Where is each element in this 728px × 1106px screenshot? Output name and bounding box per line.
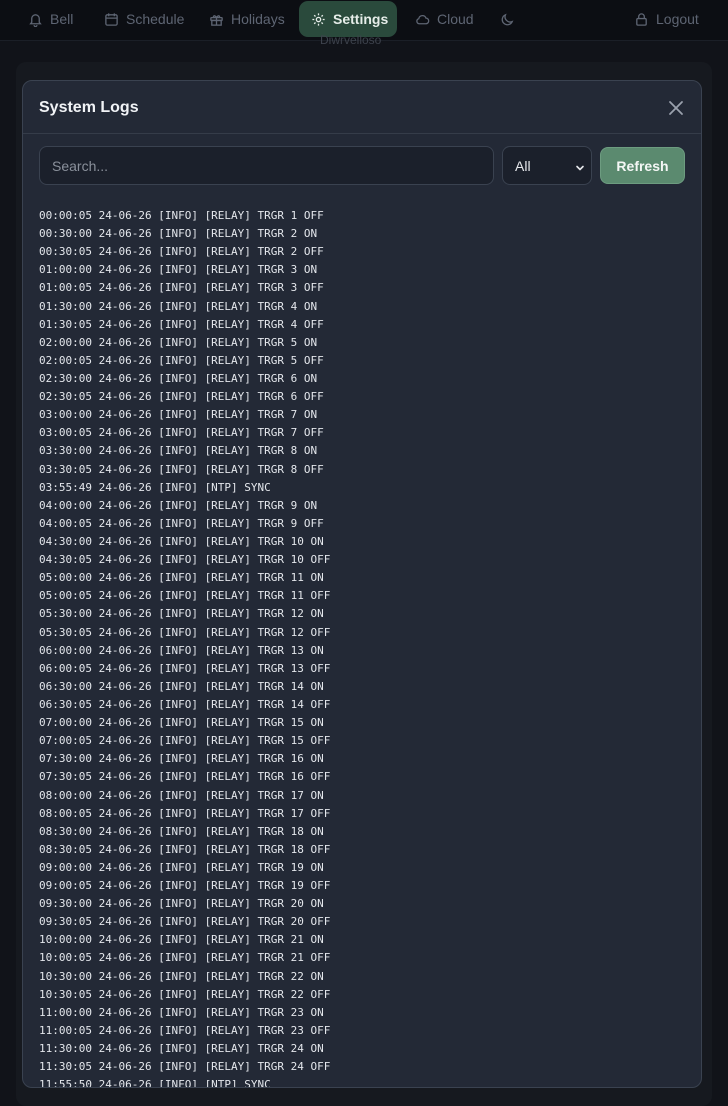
log-line: 09:00:05 24-06-26 [INFO] [RELAY] TRGR 19… (39, 879, 331, 893)
calendar-icon (104, 12, 119, 27)
log-line: 02:30:00 24-06-26 [INFO] [RELAY] TRGR 6 … (39, 371, 318, 385)
log-line: 10:30:00 24-06-26 [INFO] [RELAY] TRGR 22… (39, 969, 324, 983)
log-line: 01:30:05 24-06-26 [INFO] [RELAY] TRGR 4 … (39, 317, 324, 331)
background-partial-text: Diwrvelloso (320, 33, 382, 47)
system-logs-modal: System Logs All Refresh 00:00:05 24-06-2… (22, 80, 702, 1088)
logout-label: Logout (656, 11, 699, 27)
log-line: 01:00:05 24-06-26 [INFO] [RELAY] TRGR 3 … (39, 281, 324, 295)
level-filter-select[interactable]: All (502, 146, 592, 185)
log-line: 03:30:05 24-06-26 [INFO] [RELAY] TRGR 8 … (39, 462, 324, 476)
modal-header: System Logs (23, 81, 701, 134)
log-line: 11:55:50 24-06-26 [INFO] [NTP] SYNC (39, 1078, 271, 1087)
log-line: 07:30:00 24-06-26 [INFO] [RELAY] TRGR 16… (39, 752, 324, 766)
refresh-button[interactable]: Refresh (600, 147, 685, 184)
log-line: 06:30:00 24-06-26 [INFO] [RELAY] TRGR 14… (39, 679, 324, 693)
log-line: 07:00:05 24-06-26 [INFO] [RELAY] TRGR 15… (39, 734, 331, 748)
log-line: 08:30:05 24-06-26 [INFO] [RELAY] TRGR 18… (39, 842, 331, 856)
log-line: 02:30:05 24-06-26 [INFO] [RELAY] TRGR 6 … (39, 390, 324, 404)
nav-settings-label: Settings (333, 11, 389, 27)
nav-cloud-label: Cloud (437, 11, 474, 27)
log-line: 09:30:00 24-06-26 [INFO] [RELAY] TRGR 20… (39, 897, 324, 911)
log-line: 03:55:49 24-06-26 [INFO] [NTP] SYNC (39, 480, 271, 494)
log-line: 09:00:00 24-06-26 [INFO] [RELAY] TRGR 19… (39, 860, 324, 874)
close-button[interactable] (667, 99, 685, 117)
log-line: 03:30:00 24-06-26 [INFO] [RELAY] TRGR 8 … (39, 444, 318, 458)
log-line: 02:00:00 24-06-26 [INFO] [RELAY] TRGR 5 … (39, 335, 318, 349)
lock-icon (634, 12, 649, 27)
log-line: 07:30:05 24-06-26 [INFO] [RELAY] TRGR 16… (39, 770, 331, 784)
moon-icon (500, 12, 515, 27)
gift-icon (209, 12, 224, 27)
search-input[interactable] (39, 146, 494, 185)
gear-icon (311, 12, 326, 27)
log-line: 00:30:05 24-06-26 [INFO] [RELAY] TRGR 2 … (39, 245, 324, 259)
logout-button[interactable]: Logout (622, 0, 711, 38)
log-line: 04:00:05 24-06-26 [INFO] [RELAY] TRGR 9 … (39, 516, 324, 530)
chevron-down-icon (575, 160, 585, 171)
log-line: 04:30:05 24-06-26 [INFO] [RELAY] TRGR 10… (39, 553, 331, 567)
log-line: 05:30:05 24-06-26 [INFO] [RELAY] TRGR 12… (39, 625, 331, 639)
log-line: 00:00:05 24-06-26 [INFO] [RELAY] TRGR 1 … (39, 209, 324, 222)
log-line: 11:00:05 24-06-26 [INFO] [RELAY] TRGR 23… (39, 1023, 331, 1037)
log-line: 09:30:05 24-06-26 [INFO] [RELAY] TRGR 20… (39, 915, 331, 929)
log-line: 06:00:05 24-06-26 [INFO] [RELAY] TRGR 13… (39, 661, 331, 675)
log-line: 05:30:00 24-06-26 [INFO] [RELAY] TRGR 12… (39, 607, 324, 621)
nav-holidays[interactable]: Holidays (197, 0, 297, 38)
log-line: 02:00:05 24-06-26 [INFO] [RELAY] TRGR 5 … (39, 353, 324, 367)
nav-bell[interactable]: Bell (16, 0, 85, 38)
log-line: 08:30:00 24-06-26 [INFO] [RELAY] TRGR 18… (39, 824, 324, 838)
nav-schedule[interactable]: Schedule (92, 0, 196, 38)
bell-icon (28, 12, 43, 27)
theme-toggle[interactable] (488, 0, 527, 38)
log-line: 03:00:05 24-06-26 [INFO] [RELAY] TRGR 7 … (39, 426, 324, 440)
log-line: 03:00:00 24-06-26 [INFO] [RELAY] TRGR 7 … (39, 408, 318, 422)
log-line: 10:30:05 24-06-26 [INFO] [RELAY] TRGR 22… (39, 987, 331, 1001)
log-line: 01:00:00 24-06-26 [INFO] [RELAY] TRGR 3 … (39, 263, 318, 277)
nav-holidays-label: Holidays (231, 11, 285, 27)
log-line: 01:30:00 24-06-26 [INFO] [RELAY] TRGR 4 … (39, 299, 318, 313)
log-line: 00:30:00 24-06-26 [INFO] [RELAY] TRGR 2 … (39, 227, 318, 241)
log-line: 10:00:05 24-06-26 [INFO] [RELAY] TRGR 21… (39, 951, 331, 965)
log-line: 11:30:00 24-06-26 [INFO] [RELAY] TRGR 24… (39, 1042, 324, 1056)
close-icon (667, 101, 685, 121)
log-line: 10:00:00 24-06-26 [INFO] [RELAY] TRGR 21… (39, 933, 324, 947)
log-line: 04:00:00 24-06-26 [INFO] [RELAY] TRGR 9 … (39, 498, 318, 512)
log-line: 06:30:05 24-06-26 [INFO] [RELAY] TRGR 14… (39, 697, 331, 711)
log-line: 05:00:05 24-06-26 [INFO] [RELAY] TRGR 11… (39, 589, 331, 603)
modal-title: System Logs (39, 99, 139, 116)
log-line: 11:00:00 24-06-26 [INFO] [RELAY] TRGR 23… (39, 1005, 324, 1019)
log-line: 11:30:05 24-06-26 [INFO] [RELAY] TRGR 24… (39, 1060, 331, 1074)
nav-bell-label: Bell (50, 11, 74, 27)
log-line: 08:00:05 24-06-26 [INFO] [RELAY] TRGR 17… (39, 806, 331, 820)
log-line: 07:00:00 24-06-26 [INFO] [RELAY] TRGR 15… (39, 716, 324, 730)
log-line: 06:00:00 24-06-26 [INFO] [RELAY] TRGR 13… (39, 643, 324, 657)
level-filter-value: All (515, 157, 531, 174)
nav-schedule-label: Schedule (126, 11, 185, 27)
nav-cloud[interactable]: Cloud (403, 0, 486, 38)
nav-settings[interactable]: Settings (299, 1, 397, 37)
log-list[interactable]: 00:00:05 24-06-26 [INFO] [RELAY] TRGR 1 … (39, 207, 689, 1087)
cloud-icon (415, 12, 430, 27)
log-line: 04:30:00 24-06-26 [INFO] [RELAY] TRGR 10… (39, 534, 324, 548)
log-line: 08:00:00 24-06-26 [INFO] [RELAY] TRGR 17… (39, 788, 324, 802)
log-line: 05:00:00 24-06-26 [INFO] [RELAY] TRGR 11… (39, 571, 324, 585)
